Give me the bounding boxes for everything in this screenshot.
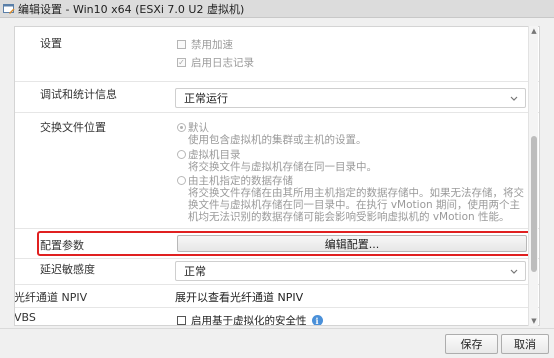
debug-select[interactable]: 正常运行 [175,88,526,108]
row-latency: 延迟敏感度 正常 [15,259,539,285]
checkbox-empty-icon [177,40,186,49]
swap-option-title: 由主机指定的数据存储 [188,175,293,187]
latency-label: 延迟敏感度 [40,263,95,276]
dialog-footer: 保存 取消 [0,328,554,358]
scrollbar-thumb[interactable] [531,136,537,272]
save-button[interactable]: 保存 [445,334,498,354]
npiv-label: 光纤通道 NPIV [14,291,88,304]
row-npiv[interactable]: ▶ 光纤通道 NPIV 展开以查看光纤通道 NPIV [14,285,539,308]
npiv-value: 展开以查看光纤通道 NPIV [175,291,304,304]
swap-option-default[interactable]: 默认 使用包含虚拟机的集群或主机的设置。 [177,122,527,146]
vbs-label: VBS [14,311,36,324]
checkbox-empty-icon [177,316,186,325]
enable-logging-label: 启用日志记录 [191,57,254,69]
settings-label: 设置 [40,37,62,50]
scroll-up-arrow-icon[interactable]: ▲ [530,27,538,35]
window-title: 编辑设置 - Win10 x64 (ESXi 7.0 U2 虚拟机) [18,2,245,16]
row-debug: 调试和统计信息 正常运行 [15,82,539,113]
swap-label: 交换文件位置 [40,121,106,134]
swap-option-host-datastore[interactable]: 由主机指定的数据存储 将交换文件存储在由其所用主机指定的数据存储中。如果无法存储… [177,175,527,227]
vm-edit-icon [3,3,15,15]
swap-option-vm-dir[interactable]: 虚拟机目录 将交换文件与虚拟机存储在同一目录中。 [177,149,527,173]
swap-option-title: 虚拟机目录 [188,149,241,161]
chevron-down-icon [509,92,519,104]
debug-select-value: 正常运行 [184,92,228,105]
swap-option-desc: 将交换文件与虚拟机存储在同一目录中。 [188,161,377,173]
latency-select-value: 正常 [184,265,206,278]
highlight-annotation [37,231,534,256]
settings-panel: 设置 禁用加速 ✓ 启用日志记录 调试和统计信息 正常运行 交换文件位置 默认 … [14,26,540,326]
disable-accel-label: 禁用加速 [191,39,233,51]
debug-label: 调试和统计信息 [40,88,117,101]
row-vbs: VBS 启用基于虚拟化的安全性 i [14,308,539,326]
radio-empty-icon [177,150,186,159]
scrollbar[interactable]: ▲ ▼ [528,26,538,326]
chevron-down-icon [509,265,519,277]
swap-option-title: 默认 [188,122,209,134]
row-settings: 设置 禁用加速 ✓ 启用日志记录 [15,27,539,82]
enable-logging-checkbox[interactable]: ✓ 启用日志记录 [177,55,254,70]
swap-option-desc: 将交换文件存储在由其所用主机指定的数据存储中。如果无法存储，将交换文件与虚拟机存… [188,187,524,223]
latency-select[interactable]: 正常 [175,261,526,281]
checkmark-icon: ✓ [177,57,186,67]
radio-selected-icon [177,123,186,132]
radio-empty-icon [177,176,186,185]
title-bar: 编辑设置 - Win10 x64 (ESXi 7.0 U2 虚拟机) [0,0,554,18]
scroll-down-arrow-icon[interactable]: ▼ [530,317,538,325]
info-icon[interactable]: i [311,315,323,325]
vbs-checkbox-label: 启用基于虚拟化的安全性 [191,315,307,326]
vbs-checkbox[interactable]: 启用基于虚拟化的安全性 i [177,313,323,326]
disable-accel-checkbox[interactable]: 禁用加速 [177,37,233,52]
cancel-button[interactable]: 取消 [501,334,549,354]
swap-option-desc: 使用包含虚拟机的集群或主机的设置。 [188,134,367,146]
row-swap-location: 交换文件位置 默认 使用包含虚拟机的集群或主机的设置。 虚拟机目录 将交换文件与… [15,113,539,229]
